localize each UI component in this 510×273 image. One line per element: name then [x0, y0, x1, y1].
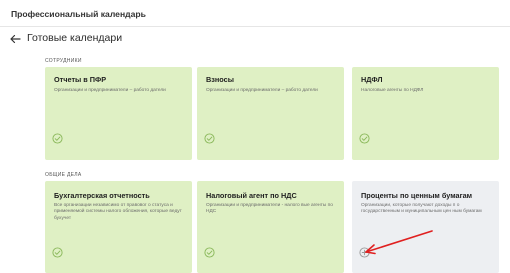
calendar-card-contributions[interactable]: Взносы Организации и предприниматели – р…: [197, 67, 344, 160]
page-title: Готовые календари: [27, 32, 123, 44]
check-icon[interactable]: [204, 133, 215, 144]
card-title: Отчеты в ПФР: [54, 75, 107, 84]
calendar-card-pfr[interactable]: Отчеты в ПФР Организации и предпринимате…: [45, 67, 192, 160]
card-title: НДФЛ: [361, 75, 383, 84]
title-divider: [0, 26, 510, 27]
calendar-card-ndfl[interactable]: НДФЛ Налоговые агенты по НДФЛ: [352, 67, 499, 160]
card-title: Взносы: [206, 75, 234, 84]
annotation-arrow-icon: [365, 230, 433, 255]
card-description: Организации и предприниматели – работо д…: [206, 88, 318, 93]
card-description: Организации и предприниматели - налого в…: [206, 203, 333, 215]
check-icon[interactable]: [52, 247, 63, 258]
card-description: Налоговые агенты по НДФЛ: [361, 88, 424, 93]
app-title: Профессиональный календарь: [11, 9, 146, 19]
card-title: Бухгалтерская отчетность: [54, 191, 150, 200]
calendar-card-accounting-reports[interactable]: Бухгалтерская отчетность Все организации…: [45, 181, 192, 273]
card-title: Налоговый агент по НДС: [206, 191, 297, 200]
section-label-employees: СОТРУДНИКИ: [45, 58, 82, 64]
calendar-card-vat-agent[interactable]: Налоговый агент по НДС Организации и пре…: [197, 181, 344, 273]
check-icon[interactable]: [52, 133, 63, 144]
check-icon[interactable]: [359, 133, 370, 144]
card-title: Проценты по ценным бумагам: [361, 191, 473, 200]
check-icon[interactable]: [204, 247, 215, 258]
section-label-general: ОБЩИЕ ДЕЛА: [45, 172, 82, 178]
card-description: Организации и предприниматели – работо д…: [54, 88, 166, 93]
calendar-card-securities-interest[interactable]: Проценты по ценным бумагам Организации, …: [352, 181, 499, 273]
card-description: Все организации независимо от правовог о…: [54, 203, 182, 221]
back-arrow-icon[interactable]: [9, 33, 21, 45]
card-description: Организации, которые получают доходы п о…: [361, 203, 482, 215]
